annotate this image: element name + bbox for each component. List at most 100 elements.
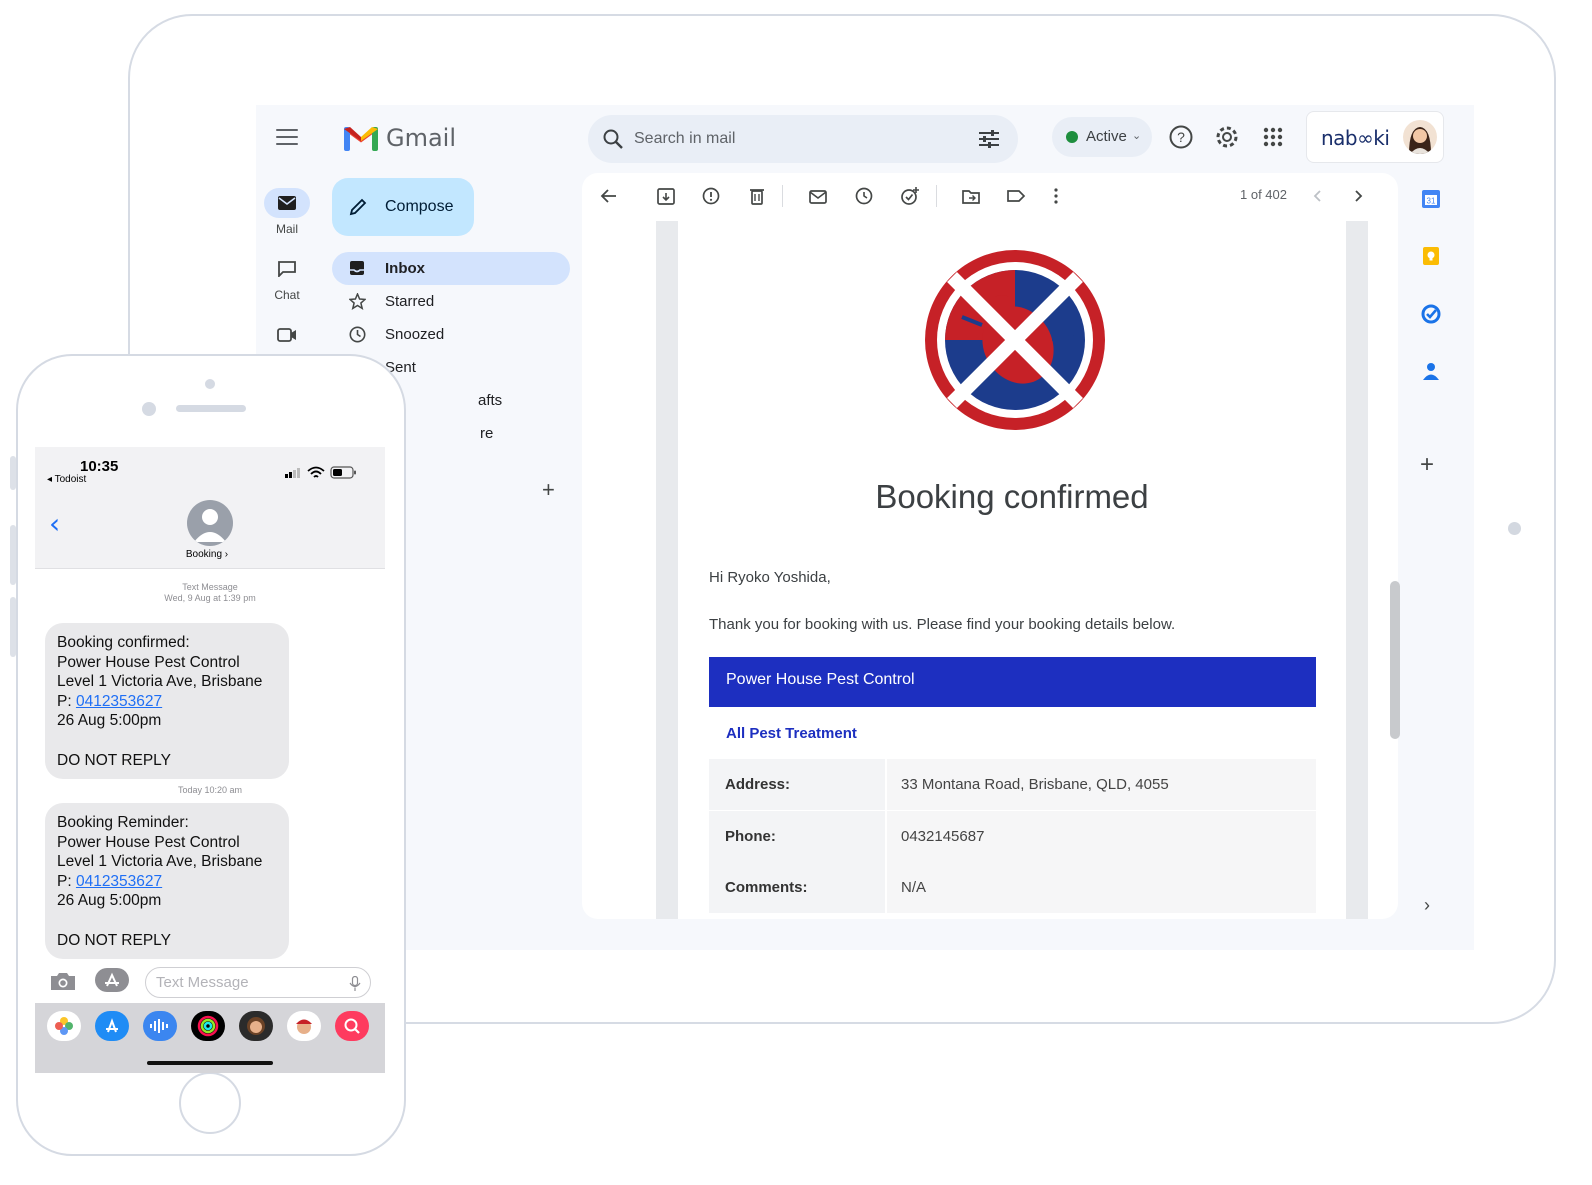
memoji-stickers-icon[interactable] [287, 1011, 321, 1041]
add-label-button[interactable]: + [542, 477, 555, 503]
messages-screen: 10:35 ◂ Todoist ‹ Booking › Text Message… [35, 447, 385, 1073]
page-counter: 1 of 402 [1240, 187, 1287, 202]
apps-grid-icon[interactable] [1260, 124, 1286, 150]
back-chevron-icon[interactable]: ‹ [49, 507, 60, 540]
search-images-icon[interactable] [335, 1011, 369, 1041]
service-name: All Pest Treatment [726, 725, 857, 742]
status-time: 10:35 [80, 458, 119, 475]
detail-row-address: Address: 33 Montana Road, Brisbane, QLD,… [709, 759, 1316, 810]
older-chevron-icon[interactable] [1347, 185, 1369, 207]
contacts-icon[interactable] [1420, 360, 1442, 382]
nav-snoozed[interactable]: Snoozed [332, 318, 570, 351]
expand-side-panel-chevron-icon[interactable]: › [1424, 895, 1430, 916]
back-arrow-icon[interactable] [598, 185, 620, 207]
svg-text:31: 31 [1427, 197, 1436, 206]
photos-app-icon[interactable] [47, 1011, 81, 1041]
settings-gear-icon[interactable] [1214, 124, 1240, 150]
delete-icon[interactable] [746, 185, 768, 207]
audio-message-icon[interactable] [143, 1011, 177, 1041]
calendar-icon[interactable]: 31 [1420, 188, 1442, 210]
add-task-icon[interactable] [899, 185, 921, 207]
compose-label: Compose [385, 198, 454, 215]
help-icon[interactable]: ? [1168, 124, 1194, 150]
message-footer: DO NOT REPLY [57, 751, 171, 769]
phone-prefix: P: [57, 692, 76, 710]
compose-button[interactable]: Compose [332, 178, 474, 236]
app-store-button[interactable] [95, 968, 129, 992]
reading-pane: 1 of 402 Booking confirmed Hi Ryoko Yosh… [582, 173, 1398, 919]
gmail-logo-icon[interactable] [344, 123, 378, 153]
nav-starred-label: Starred [385, 293, 435, 310]
toolbar-divider [782, 185, 783, 207]
more-vertical-icon[interactable] [1045, 185, 1067, 207]
contact-name[interactable]: Booking › [35, 549, 379, 560]
clock-icon [349, 326, 366, 343]
pencil-icon [349, 198, 367, 216]
main-menu-button[interactable] [276, 129, 298, 147]
company-header: Power House Pest Control [709, 657, 1316, 707]
search-bar[interactable]: Search in mail [588, 115, 1018, 163]
contact-avatar[interactable] [187, 500, 233, 546]
nav-starred[interactable]: Starred [332, 285, 570, 318]
app-store-app-icon[interactable] [95, 1011, 129, 1041]
home-button[interactable] [179, 1072, 241, 1134]
message-line: Level 1 Victoria Ave, Brisbane [57, 673, 263, 691]
detail-row-comments: Comments: N/A [709, 862, 1316, 913]
chevron-down-icon: ⌄ [1132, 130, 1142, 142]
messages-header: 10:35 ◂ Todoist ‹ Booking › [35, 447, 385, 569]
detail-key: Comments: [725, 879, 808, 896]
phone-camera [142, 402, 156, 416]
phone-link[interactable]: 0412353627 [76, 693, 162, 710]
rail-chat-label: Chat [274, 288, 300, 302]
detail-key: Phone: [725, 828, 776, 845]
move-to-folder-icon[interactable] [960, 185, 982, 207]
message-bubble[interactable]: Booking confirmed: Power House Pest Cont… [45, 623, 289, 779]
search-icon[interactable] [602, 128, 624, 150]
phone-sensor [205, 379, 215, 389]
fitness-rings-icon[interactable] [191, 1011, 225, 1041]
avatar[interactable] [1403, 120, 1437, 154]
status-label: Active [1086, 128, 1127, 145]
scrollbar-thumb[interactable] [1390, 581, 1400, 739]
message-type-label: Text Message [182, 582, 238, 592]
report-spam-icon[interactable] [700, 185, 722, 207]
phone-link[interactable]: 0412353627 [76, 873, 162, 890]
newer-chevron-icon[interactable] [1307, 185, 1329, 207]
back-to-app-link[interactable]: ◂ Todoist [47, 474, 86, 485]
search-placeholder[interactable]: Search in mail [634, 130, 735, 148]
snooze-icon[interactable] [853, 185, 875, 207]
message-line: Level 1 Victoria Ave, Brisbane [57, 853, 263, 871]
rail-mail[interactable]: Mail [264, 188, 310, 236]
rail-chat[interactable]: Chat [264, 254, 310, 302]
imessage-app-tray [35, 1003, 385, 1073]
label-icon[interactable] [1005, 185, 1027, 207]
tablet-camera [1508, 522, 1521, 535]
message-timestamp: Wed, 9 Aug at 1:39 pm [164, 593, 256, 603]
mail-icon [278, 196, 296, 210]
toolbar-divider [936, 185, 937, 207]
rail-meet[interactable] [264, 320, 310, 350]
search-options-icon[interactable] [978, 129, 1000, 149]
tasks-icon[interactable] [1420, 303, 1442, 325]
keep-icon[interactable] [1420, 245, 1442, 267]
message-input[interactable] [145, 967, 371, 998]
microphone-icon[interactable] [349, 976, 361, 992]
mark-unread-icon[interactable] [807, 185, 829, 207]
detail-value: 0432145687 [901, 828, 985, 845]
archive-icon[interactable] [655, 185, 677, 207]
rail-mail-label: Mail [275, 222, 298, 236]
status-dot [1066, 131, 1078, 143]
camera-icon[interactable] [49, 970, 77, 992]
message-bubble[interactable]: Booking Reminder: Power House Pest Contr… [45, 803, 289, 959]
nav-inbox-label: Inbox [385, 260, 425, 277]
email-heading: Booking confirmed [875, 478, 1149, 515]
add-addon-button[interactable]: + [1420, 451, 1434, 479]
message-footer: DO NOT REPLY [57, 931, 171, 949]
nav-inbox[interactable]: Inbox [332, 252, 570, 285]
detail-row-phone: Phone: 0432145687 [709, 811, 1316, 862]
message-line: Power House Pest Control [57, 833, 240, 851]
status-dropdown[interactable]: Active ⌄ [1052, 117, 1152, 157]
memoji-icon[interactable] [239, 1011, 273, 1041]
account-switcher[interactable]: nab∞ki [1306, 111, 1444, 163]
message-line: Power House Pest Control [57, 653, 240, 671]
